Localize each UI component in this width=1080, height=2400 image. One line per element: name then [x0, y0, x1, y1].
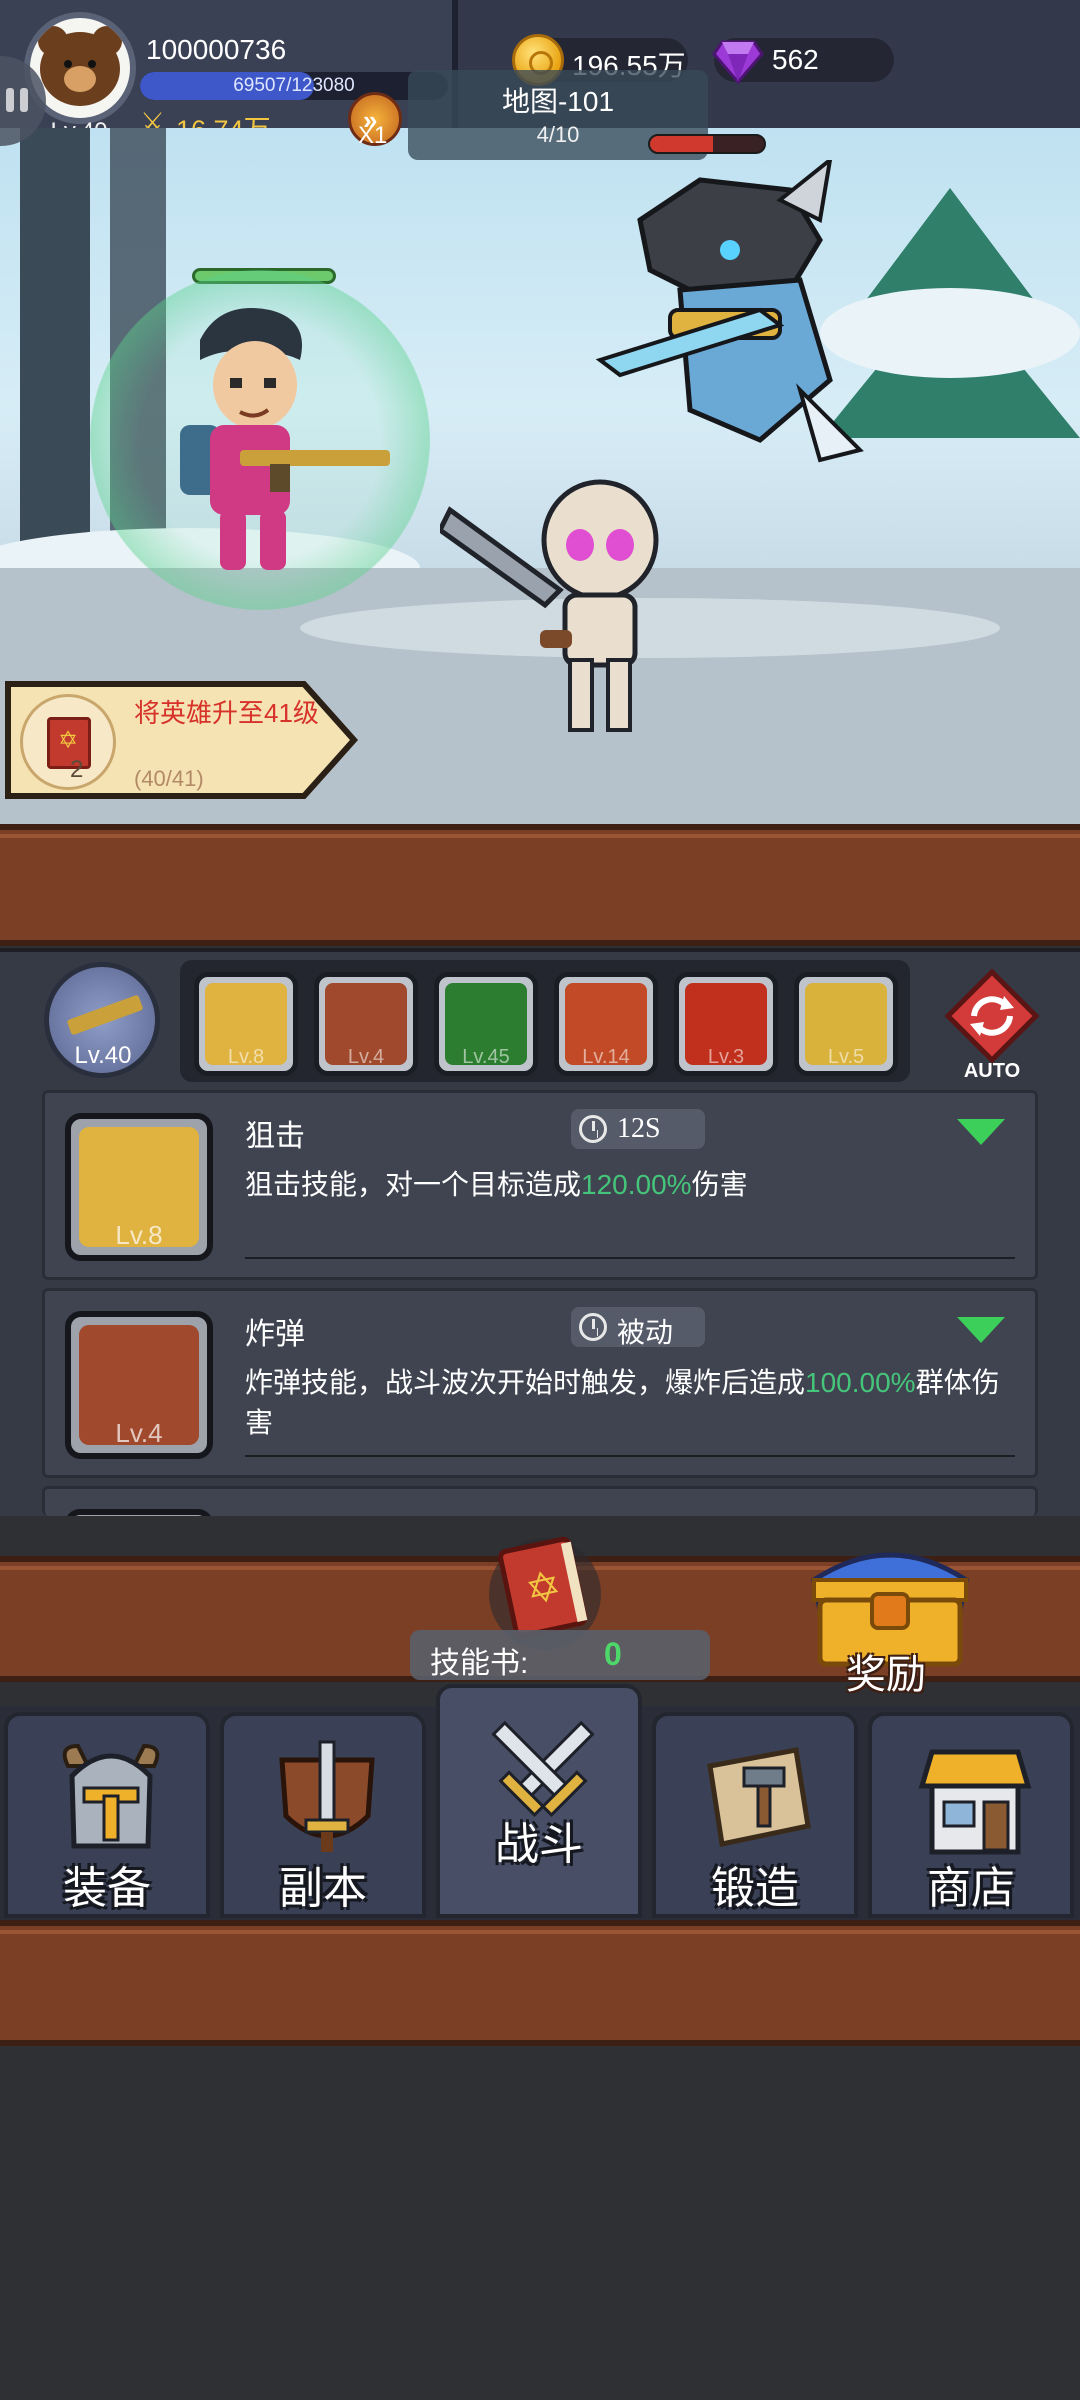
skill-slot-level: Lv.4 — [347, 1046, 385, 1068]
blueprint-hammer-icon — [707, 1747, 811, 1847]
enemy-hp-bar — [648, 134, 766, 154]
tab-equipment[interactable]: 装备 — [4, 1712, 210, 1918]
skill-slot-explosion[interactable]: Lv.3 — [674, 972, 778, 1076]
skill-card-icon-frame: Lv.4 — [65, 1311, 213, 1459]
bear-eye-left — [64, 60, 72, 68]
desc-highlight: 100.00% — [805, 1367, 916, 1398]
skill-card-bomb[interactable]: Lv.4 炸弹 被动 炸弹技能，战斗波次开始时触发，爆炸后造成100.00%群体… — [42, 1288, 1038, 1478]
skill-slot-level: Lv.5 — [827, 1046, 865, 1068]
desc-highlight: 120.00% — [581, 1169, 692, 1200]
desc-text: 伤害 — [691, 1169, 748, 1200]
divider-line — [245, 1455, 1015, 1457]
skill-cooldown-text: 被动 — [617, 1318, 674, 1349]
quest-banner[interactable]: 2 将英雄升至41级 (40/41) — [4, 680, 360, 800]
tab-dungeon[interactable]: 副本 — [220, 1712, 426, 1918]
auto-label: AUTO — [963, 1060, 1021, 1082]
red-book-icon — [47, 717, 91, 769]
quest-book-icon — [20, 694, 116, 790]
skill-slot-level: Lv.45 — [462, 1046, 510, 1068]
clock-icon — [579, 1115, 607, 1143]
tab-label: 锻造 — [711, 1864, 799, 1913]
tab-label: 副本 — [279, 1864, 367, 1913]
tab-shop[interactable]: 商店 — [868, 1712, 1074, 1918]
skill-card-sniper[interactable]: Lv.8 狙击 12S 狙击技能，对一个目标造成120.00%伤害 — [42, 1090, 1038, 1280]
clock-icon — [579, 1313, 607, 1341]
tab-battle[interactable]: 战斗 — [436, 1684, 642, 1918]
quest-book-count: 2 — [70, 756, 84, 783]
game-speed-label: X1 — [358, 122, 388, 149]
player-id: 100000736 — [146, 34, 287, 65]
desc-text: 炸弹技能，战斗波次开始时触发，爆炸后造成 — [245, 1367, 806, 1398]
exp-text: 69507/123080 — [233, 75, 355, 96]
tab-label: 装备 — [63, 1864, 151, 1913]
skill-slot-level: Lv.3 — [707, 1046, 745, 1068]
skill-card-level: Lv.8 — [115, 1220, 163, 1250]
skill-slot-level: Lv.14 — [582, 1046, 630, 1068]
skill-card-description: 狙击技能，对一个目标造成120.00%伤害 — [245, 1165, 1025, 1205]
sword-shield-icon — [279, 1740, 375, 1852]
expand-arrow-icon[interactable] — [957, 1317, 1005, 1343]
skill-card-level: Lv.4 — [115, 1418, 163, 1448]
skill-card-description: 炸弹技能，战斗波次开始时触发，爆炸后造成100.00%群体伤害 — [245, 1363, 1025, 1443]
wood-divider-bottom — [0, 1920, 1080, 2046]
skill-slot-lightning[interactable]: Lv.5 — [794, 972, 898, 1076]
skill-slot-poison[interactable]: Lv.45 — [434, 972, 538, 1076]
skill-slot-level: Lv.8 — [227, 1046, 265, 1068]
skill-card-icon-frame — [65, 1509, 213, 1516]
quest-progress: (40/41) — [134, 766, 204, 791]
skeleton-swordsman-sprite — [440, 479, 659, 732]
weapon-level: Lv.40 — [74, 1042, 132, 1069]
divider-line — [245, 1257, 1015, 1259]
tab-label: 商店 — [927, 1864, 1015, 1913]
hero-gunner-sprite — [180, 308, 390, 570]
expand-arrow-icon[interactable] — [957, 1119, 1005, 1145]
skill-book-count: 0 — [604, 1636, 622, 1672]
desc-text: 狙击技能，对一个目标造成 — [245, 1169, 582, 1200]
skill-cooldown-text: 12S — [617, 1113, 661, 1144]
auto-skill-button[interactable] — [944, 968, 1040, 1064]
armored-wolf-boss-sprite — [595, 160, 864, 463]
rifle-icon — [66, 994, 144, 1036]
skill-slot-monster[interactable]: Lv.14 — [554, 972, 658, 1076]
wood-divider — [0, 824, 1080, 946]
map-title: 地图-101 — [501, 86, 615, 117]
skill-slot-sniper[interactable]: Lv.8 — [194, 972, 298, 1076]
tab-forge[interactable]: 锻造 — [652, 1712, 858, 1918]
skill-slot-bomb[interactable]: Lv.4 — [314, 972, 418, 1076]
tab-label: 战斗 — [495, 1820, 583, 1869]
skill-cooldown-badge: 被动 — [571, 1307, 705, 1349]
skill-book-label: 技能书: — [430, 1647, 529, 1680]
helmet-icon — [62, 1743, 160, 1849]
reward-label: 奖励 — [846, 1653, 926, 1697]
skill-cooldown-badge: 12S — [571, 1109, 705, 1149]
shop-icon — [918, 1749, 1032, 1855]
skill-card-partial[interactable] — [42, 1486, 1038, 1516]
quest-text: 将英雄升至41级 — [134, 698, 319, 728]
enemy-hp-fill — [650, 136, 713, 152]
skill-card-name: 狙击 — [245, 1120, 305, 1153]
gem-value: 562 — [772, 44, 819, 75]
bear-eye-right — [88, 60, 96, 68]
bear-muzzle — [64, 66, 96, 92]
skill-card-name: 炸弹 — [245, 1318, 305, 1351]
purple-gem-icon — [712, 40, 764, 84]
skill-card-icon-frame: Lv.8 — [65, 1113, 213, 1261]
